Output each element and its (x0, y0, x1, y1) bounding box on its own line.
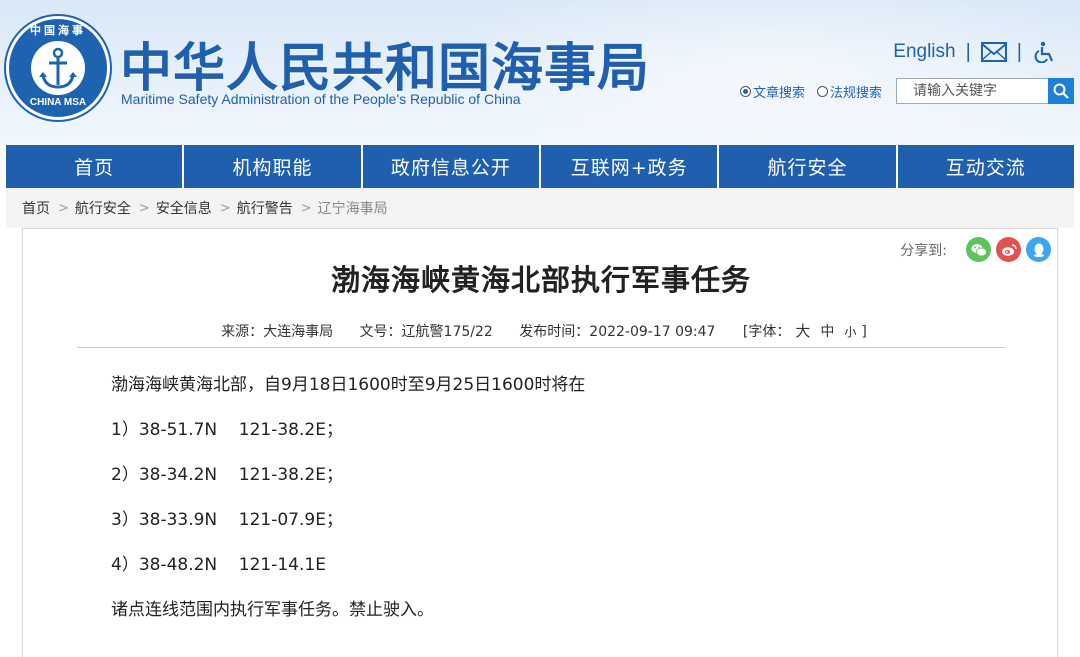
article-paragraph: 4）38-48.2N 121-14.1E (111, 555, 326, 575)
article-source: 来源：大连海事局 (221, 324, 334, 340)
article-body: 渤海海峡黄海北部，自9月18日1600时至9月25日1600时将在 1）38-5… (111, 373, 991, 643)
law-search-radio[interactable]: 法规搜索 (816, 82, 882, 101)
article-search-radio[interactable]: 文章搜索 (739, 82, 805, 101)
article-paragraph: 诸点连线范围内执行军事任务。禁止驶入。 (111, 600, 434, 620)
site-header: 中国海事 CHINA MSA 中华人民共和国海事局 Maritime Safet… (0, 0, 1080, 145)
article-title: 渤海海峡黄海北部执行军事任务 (330, 263, 751, 297)
article-doc-number: 文号：辽航警175/22 (359, 324, 493, 340)
article-paragraph: 3）38-33.9N 121-07.9E； (111, 510, 343, 530)
article-publish-time: 发布时间：2022-09-17 09:47 (519, 324, 716, 340)
site-title[interactable]: 中华人民共和国海事局 (120, 26, 650, 101)
breadcrumb-navigation-warning[interactable]: 航行警告 (237, 198, 293, 218)
breadcrumb-separator: > (138, 200, 150, 216)
nav-item-navigation-safety[interactable]: 航行安全 (719, 145, 898, 188)
breadcrumb-separator: > (58, 200, 69, 216)
logo-text-top: 中国海事 (30, 24, 86, 37)
article-meta: 来源：大连海事局 文号：辽航警175/22 发布时间：2022-09-17 09… (23, 320, 1059, 341)
weibo-icon (1001, 243, 1017, 256)
font-size-large-button[interactable]: 大 (795, 322, 810, 340)
search-icon (1053, 83, 1069, 99)
article-paragraph: 渤海海峡黄海北部，自9月18日1600时至9月25日1600时将在 (111, 375, 586, 395)
msa-logo[interactable]: 中国海事 CHINA MSA (6, 16, 110, 120)
breadcrumb-safety-info[interactable]: 安全信息 (156, 198, 212, 218)
nav-item-internet-services[interactable]: 互联网+政务 (541, 145, 720, 188)
english-link[interactable]: English (893, 41, 955, 63)
breadcrumb-liaoning-msa[interactable]: 辽宁海事局 (318, 198, 388, 218)
breadcrumb-home[interactable]: 首页 (22, 198, 50, 218)
radio-label: 法规搜索 (829, 85, 882, 101)
site-subtitle: Maritime Safety Administration of the Pe… (121, 91, 521, 107)
top-links: English | | (893, 38, 1058, 66)
nav-item-gov-info[interactable]: 政府信息公开 (363, 145, 541, 188)
logo-text-bottom: CHINA MSA (29, 97, 87, 108)
font-size-label: [字体： (742, 324, 791, 340)
font-size-medium-button[interactable]: 中 (820, 324, 834, 340)
breadcrumb-separator: > (300, 200, 312, 216)
font-size-bracket: ] (861, 324, 867, 340)
accessibility-icon[interactable] (1032, 41, 1058, 63)
wechat-icon (971, 243, 987, 256)
separator: | (1016, 40, 1022, 63)
font-size-small-button[interactable]: 小 (844, 325, 856, 339)
title-divider (77, 347, 1005, 348)
logo-inner (31, 41, 85, 95)
radio-dot[interactable] (816, 85, 828, 97)
nav-item-home[interactable]: 首页 (6, 145, 185, 188)
separator: | (965, 40, 971, 63)
article-paragraph: 2）38-34.2N 121-38.2E； (111, 465, 343, 485)
main-nav: 首页 机构职能 政府信息公开 互联网+政务 航行安全 互动交流 (6, 145, 1074, 188)
nav-item-functions[interactable]: 机构职能 (184, 145, 363, 188)
breadcrumb-navigation-safety[interactable]: 航行安全 (75, 198, 131, 218)
article-paragraph: 1）38-51.7N 121-38.2E； (111, 420, 343, 440)
anchor-icon (39, 47, 77, 89)
qq-icon (1033, 243, 1044, 257)
nav-item-interaction[interactable]: 互动交流 (898, 145, 1074, 188)
mail-icon[interactable] (980, 41, 1007, 63)
radio-label: 文章搜索 (752, 85, 805, 101)
breadcrumb-separator: > (219, 200, 231, 216)
breadcrumb: 首页 > 航行安全 > 安全信息 > 航行警告 > 辽宁海事局 (6, 188, 1074, 228)
search-input[interactable] (896, 78, 1048, 104)
search-button[interactable] (1048, 78, 1074, 104)
article-panel: 分享到: 渤海海峡黄海北部执行军事任务 来源：大连海事局 文号：辽航警175/2… (22, 228, 1058, 657)
radio-dot[interactable] (739, 85, 751, 97)
search-bar: 文章搜索 法规搜索 (739, 78, 1074, 104)
